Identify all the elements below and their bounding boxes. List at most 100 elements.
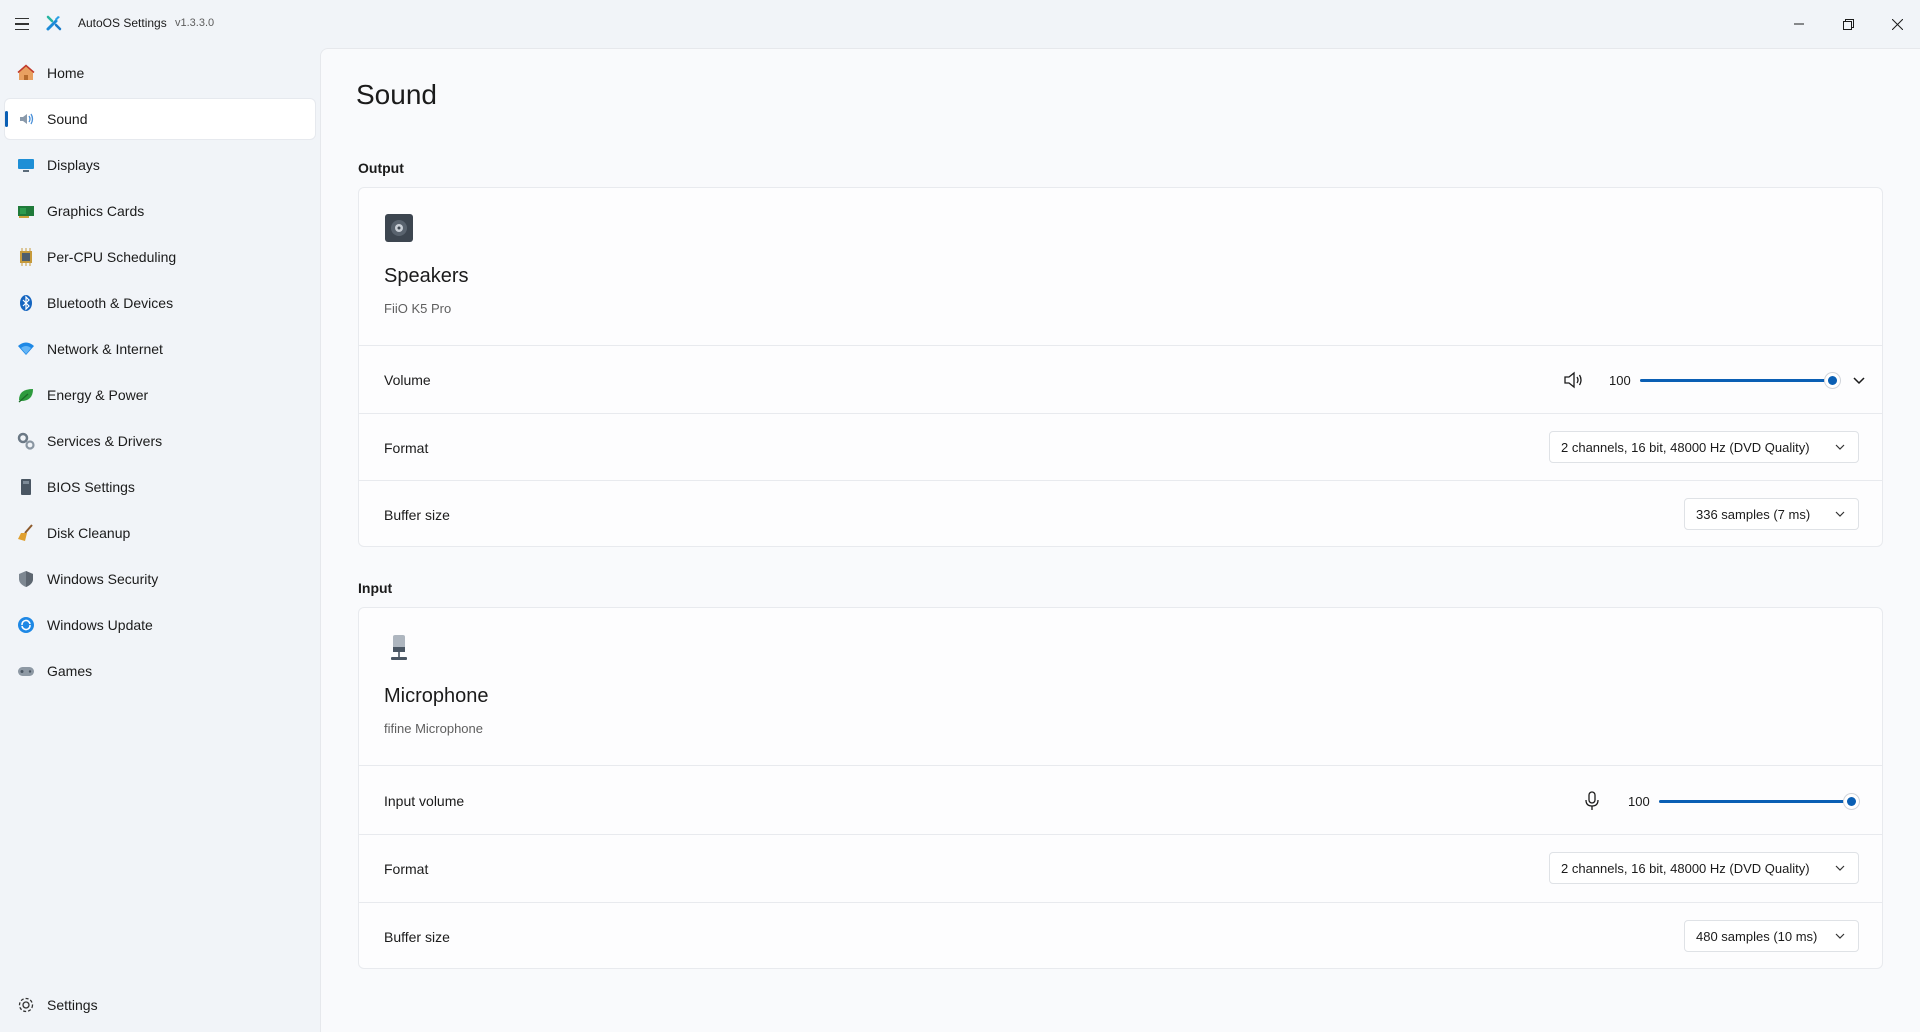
sidebar-item-graphics-cards[interactable]: Graphics Cards <box>5 191 315 231</box>
close-button[interactable] <box>1874 0 1920 48</box>
slider-thumb[interactable] <box>1825 373 1840 388</box>
menu-icon[interactable] <box>10 10 34 38</box>
sidebar-item-windows-security[interactable]: Windows Security <box>5 559 315 599</box>
slider-fill <box>1640 379 1833 382</box>
sidebar-item-energy-power[interactable]: Energy & Power <box>5 375 315 415</box>
input-volume-row: Input volume 100 <box>359 765 1882 834</box>
sidebar-item-bluetooth-devices[interactable]: Bluetooth & Devices <box>5 283 315 323</box>
app-title: AutoOS Settings <box>78 16 167 30</box>
input-buffer-dropdown[interactable]: 480 samples (10 ms) <box>1684 920 1859 952</box>
output-volume-row: Volume 100 <box>359 345 1882 413</box>
output-format-row: Format 2 channels, 16 bit, 48000 Hz (DVD… <box>359 413 1882 480</box>
sidebar-item-sound[interactable]: Sound <box>5 99 315 139</box>
close-icon <box>1891 18 1903 30</box>
slider-fill <box>1659 800 1852 803</box>
sidebar-item-label: Disk Cleanup <box>47 525 131 541</box>
sidebar-item-label: Bluetooth & Devices <box>47 295 174 311</box>
output-format-dropdown[interactable]: 2 channels, 16 bit, 48000 Hz (DVD Qualit… <box>1549 431 1859 463</box>
dropdown-value: 336 samples (7 ms) <box>1696 506 1811 522</box>
buffer-label: Buffer size <box>384 929 450 945</box>
sidebar-item-label: Energy & Power <box>47 387 149 403</box>
chevron-down-icon <box>1835 444 1845 450</box>
sidebar-item-label: Games <box>47 663 93 679</box>
page-title: Sound <box>356 79 437 110</box>
update-icon <box>18 617 34 633</box>
title-bar: AutoOS Settings v1.3.3.0 <box>0 0 1920 48</box>
sidebar-item-label: Per-CPU Scheduling <box>47 249 177 265</box>
cpu-icon <box>20 248 32 266</box>
sidebar-item-settings[interactable]: Settings <box>5 985 315 1025</box>
input-card: Microphone fifine Microphone Input volum… <box>358 607 1883 969</box>
chevron-down-icon <box>1835 511 1845 517</box>
app-logo-icon <box>46 15 62 31</box>
input-format-dropdown[interactable]: 2 channels, 16 bit, 48000 Hz (DVD Qualit… <box>1549 852 1859 884</box>
main-content: Sound Output Speakers FiiO K5 Pro Volume… <box>320 48 1920 1032</box>
sidebar-item-services-drivers[interactable]: Services & Drivers <box>5 421 315 461</box>
chevron-down-icon <box>1835 933 1845 939</box>
broom-icon <box>18 524 33 541</box>
bluetooth-icon <box>20 295 32 311</box>
restore-button[interactable] <box>1825 0 1871 48</box>
gpu-icon <box>18 206 34 218</box>
output-device-sub: FiiO K5 Pro <box>384 301 452 316</box>
sidebar-item-home[interactable]: Home <box>5 53 315 93</box>
minimize-icon <box>1794 23 1804 25</box>
dropdown-value: 480 samples (10 ms) <box>1696 928 1818 944</box>
slider-thumb[interactable] <box>1844 794 1859 809</box>
buffer-label: Buffer size <box>384 507 450 523</box>
sidebar-item-label: BIOS Settings <box>47 479 135 495</box>
sidebar-item-label: Home <box>47 65 85 81</box>
sidebar-item-label: Windows Security <box>47 571 159 587</box>
input-device-name: Microphone <box>384 685 489 707</box>
output-card: Speakers FiiO K5 Pro Volume 100 Format 2… <box>358 187 1883 547</box>
sidebar-item-label: Windows Update <box>47 617 153 633</box>
sidebar-item-network-internet[interactable]: Network & Internet <box>5 329 315 369</box>
volume-value: 100 <box>1609 373 1631 388</box>
gears-icon <box>17 432 35 450</box>
bios-icon <box>21 479 31 495</box>
sidebar-item-bios-settings[interactable]: BIOS Settings <box>5 467 315 507</box>
sidebar-item-games[interactable]: Games <box>5 651 315 691</box>
input-volume-label: Input volume <box>384 793 465 809</box>
format-label: Format <box>384 861 429 877</box>
restore-icon <box>1842 18 1854 30</box>
sidebar-item-disk-cleanup[interactable]: Disk Cleanup <box>5 513 315 553</box>
dropdown-value: 2 channels, 16 bit, 48000 Hz (DVD Qualit… <box>1561 439 1810 455</box>
home-icon <box>17 64 35 80</box>
gear-icon <box>18 997 34 1013</box>
volume-slider[interactable] <box>1640 370 1840 390</box>
input-section-label: Input <box>358 580 393 596</box>
chevron-down-icon[interactable] <box>1849 370 1869 390</box>
input-format-row: Format 2 channels, 16 bit, 48000 Hz (DVD… <box>359 834 1882 902</box>
input-device-sub: fifine Microphone <box>384 721 483 736</box>
sidebar-item-label: Graphics Cards <box>47 203 145 219</box>
input-volume-slider[interactable] <box>1659 791 1859 811</box>
output-section-label: Output <box>358 160 404 176</box>
speaker-device-icon <box>385 214 413 242</box>
input-volume-value: 100 <box>1628 794 1650 809</box>
sidebar-item-label: Displays <box>47 157 100 173</box>
volume-icon[interactable] <box>1561 368 1585 392</box>
sidebar-item-label: Services & Drivers <box>47 433 163 449</box>
sidebar: Home Sound Displays Graphics Cards Per-C… <box>0 48 320 1032</box>
shield-icon <box>19 571 33 587</box>
volume-label: Volume <box>384 372 431 388</box>
sidebar-item-per-cpu-scheduling[interactable]: Per-CPU Scheduling <box>5 237 315 277</box>
chevron-down-icon <box>1835 865 1845 871</box>
minimize-button[interactable] <box>1776 0 1822 48</box>
speaker-icon <box>20 113 34 125</box>
sidebar-item-label: Settings <box>47 997 98 1013</box>
microphone-device-icon <box>391 635 407 660</box>
microphone-icon[interactable] <box>1580 789 1604 813</box>
input-buffer-row: Buffer size 480 samples (10 ms) <box>359 902 1882 969</box>
format-label: Format <box>384 440 429 456</box>
output-buffer-dropdown[interactable]: 336 samples (7 ms) <box>1684 498 1859 530</box>
output-device-name: Speakers <box>384 265 469 287</box>
output-buffer-row: Buffer size 336 samples (7 ms) <box>359 480 1882 547</box>
leaf-icon <box>18 389 33 403</box>
sidebar-item-label: Network & Internet <box>47 341 163 357</box>
sidebar-item-windows-update[interactable]: Windows Update <box>5 605 315 645</box>
sidebar-item-displays[interactable]: Displays <box>5 145 315 185</box>
monitor-icon <box>18 159 34 172</box>
gamepad-icon <box>18 667 34 676</box>
